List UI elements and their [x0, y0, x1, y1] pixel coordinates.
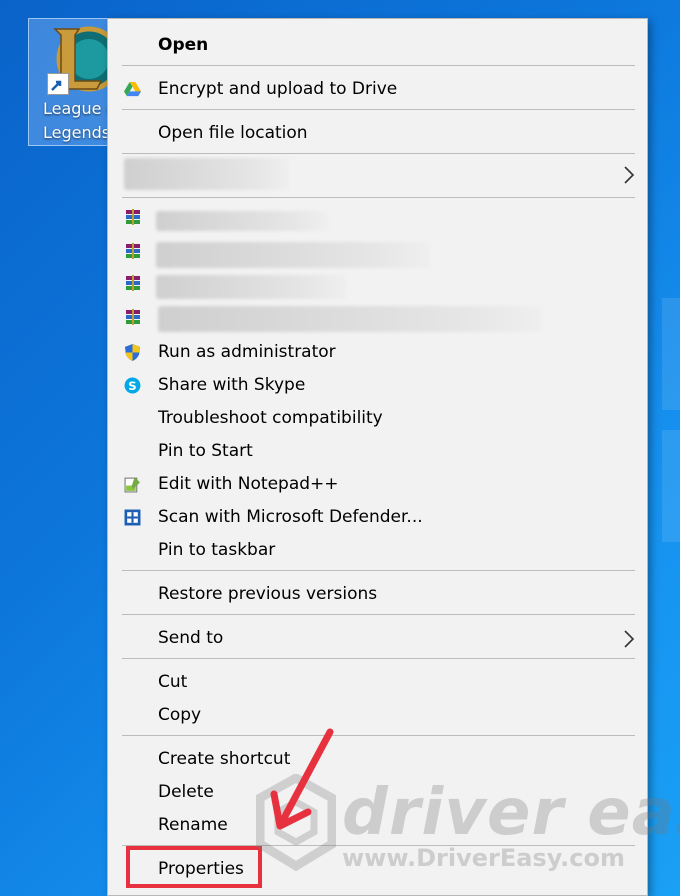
menu-item-label: Pin to taskbar	[158, 534, 275, 567]
winrar-icon	[125, 243, 141, 259]
google-drive-icon	[124, 81, 141, 98]
menu-separator	[122, 65, 635, 66]
menu-separator	[122, 614, 635, 615]
svg-text:S: S	[128, 379, 136, 393]
winrar-icon	[125, 275, 141, 291]
uac-shield-icon	[124, 344, 141, 361]
blurred-label	[156, 275, 346, 299]
menu-item-label: Share with Skype	[158, 369, 305, 402]
menu-item-blurred-archive[interactable]	[108, 239, 647, 272]
menu-item-label: Scan with Microsoft Defender...	[158, 501, 423, 534]
menu-item-label: Run as administrator	[158, 336, 336, 369]
menu-item-share-with-skype[interactable]: S Share with Skype	[108, 369, 647, 402]
menu-item-cut[interactable]: Cut	[108, 666, 647, 699]
menu-separator	[122, 570, 635, 571]
chevron-right-icon	[623, 166, 635, 184]
menu-item-label: Encrypt and upload to Drive	[158, 73, 397, 106]
menu-item-rename[interactable]: Rename	[108, 809, 647, 842]
menu-item-send-to[interactable]: Send to	[108, 622, 647, 655]
menu-item-blurred-archive[interactable]	[108, 205, 647, 238]
menu-item-open[interactable]: Open	[108, 29, 647, 62]
skype-icon: S	[124, 377, 141, 394]
menu-item-delete[interactable]: Delete	[108, 776, 647, 809]
shortcut-arrow-icon	[47, 73, 69, 95]
defender-icon	[124, 509, 141, 526]
menu-item-label: Delete	[158, 776, 214, 809]
blurred-label	[156, 242, 431, 268]
menu-item-pin-to-start[interactable]: Pin to Start	[108, 435, 647, 468]
menu-item-restore-previous-versions[interactable]: Restore previous versions	[108, 578, 647, 611]
menu-item-scan-with-defender[interactable]: Scan with Microsoft Defender...	[108, 501, 647, 534]
desktop-wallpaper-pane	[662, 298, 680, 410]
menu-item-label: Rename	[158, 809, 228, 842]
context-menu: Open Encrypt and upload to Drive Open fi…	[107, 18, 648, 896]
properties-highlight-box	[126, 846, 262, 888]
menu-item-run-as-administrator[interactable]: Run as administrator	[108, 336, 647, 369]
menu-separator	[122, 153, 635, 154]
menu-item-label: Open	[158, 29, 208, 62]
notepadpp-icon	[124, 476, 141, 493]
menu-item-label: Troubleshoot compatibility	[158, 402, 383, 435]
blurred-label	[124, 158, 289, 190]
menu-item-blurred-submenu[interactable]	[108, 158, 647, 192]
menu-separator	[122, 109, 635, 110]
menu-item-edit-with-notepadpp[interactable]: Edit with Notepad++	[108, 468, 647, 501]
menu-item-pin-to-taskbar[interactable]: Pin to taskbar	[108, 534, 647, 567]
desktop-wallpaper-pane	[662, 430, 680, 542]
menu-item-label: Restore previous versions	[158, 578, 377, 611]
menu-separator	[122, 735, 635, 736]
menu-item-label: Open file location	[158, 117, 308, 150]
menu-separator	[122, 197, 635, 198]
menu-item-copy[interactable]: Copy	[108, 699, 647, 732]
menu-item-label: Cut	[158, 666, 187, 699]
menu-item-open-file-location[interactable]: Open file location	[108, 117, 647, 150]
menu-separator	[122, 658, 635, 659]
blurred-label	[158, 306, 543, 332]
menu-item-label: Copy	[158, 699, 201, 732]
menu-item-label: Edit with Notepad++	[158, 468, 339, 501]
menu-item-troubleshoot-compatibility[interactable]: Troubleshoot compatibility	[108, 402, 647, 435]
blurred-label	[156, 211, 328, 231]
menu-item-label: Pin to Start	[158, 435, 253, 468]
menu-item-encrypt-upload-drive[interactable]: Encrypt and upload to Drive	[108, 73, 647, 106]
winrar-icon	[125, 209, 141, 225]
menu-item-blurred-archive[interactable]	[108, 271, 647, 304]
chevron-right-icon	[623, 630, 635, 648]
winrar-icon	[125, 309, 141, 325]
menu-item-blurred-archive[interactable]	[108, 303, 647, 336]
annotation-arrow-icon	[268, 724, 338, 836]
menu-item-label: Send to	[158, 622, 223, 655]
menu-item-create-shortcut[interactable]: Create shortcut	[108, 743, 647, 776]
